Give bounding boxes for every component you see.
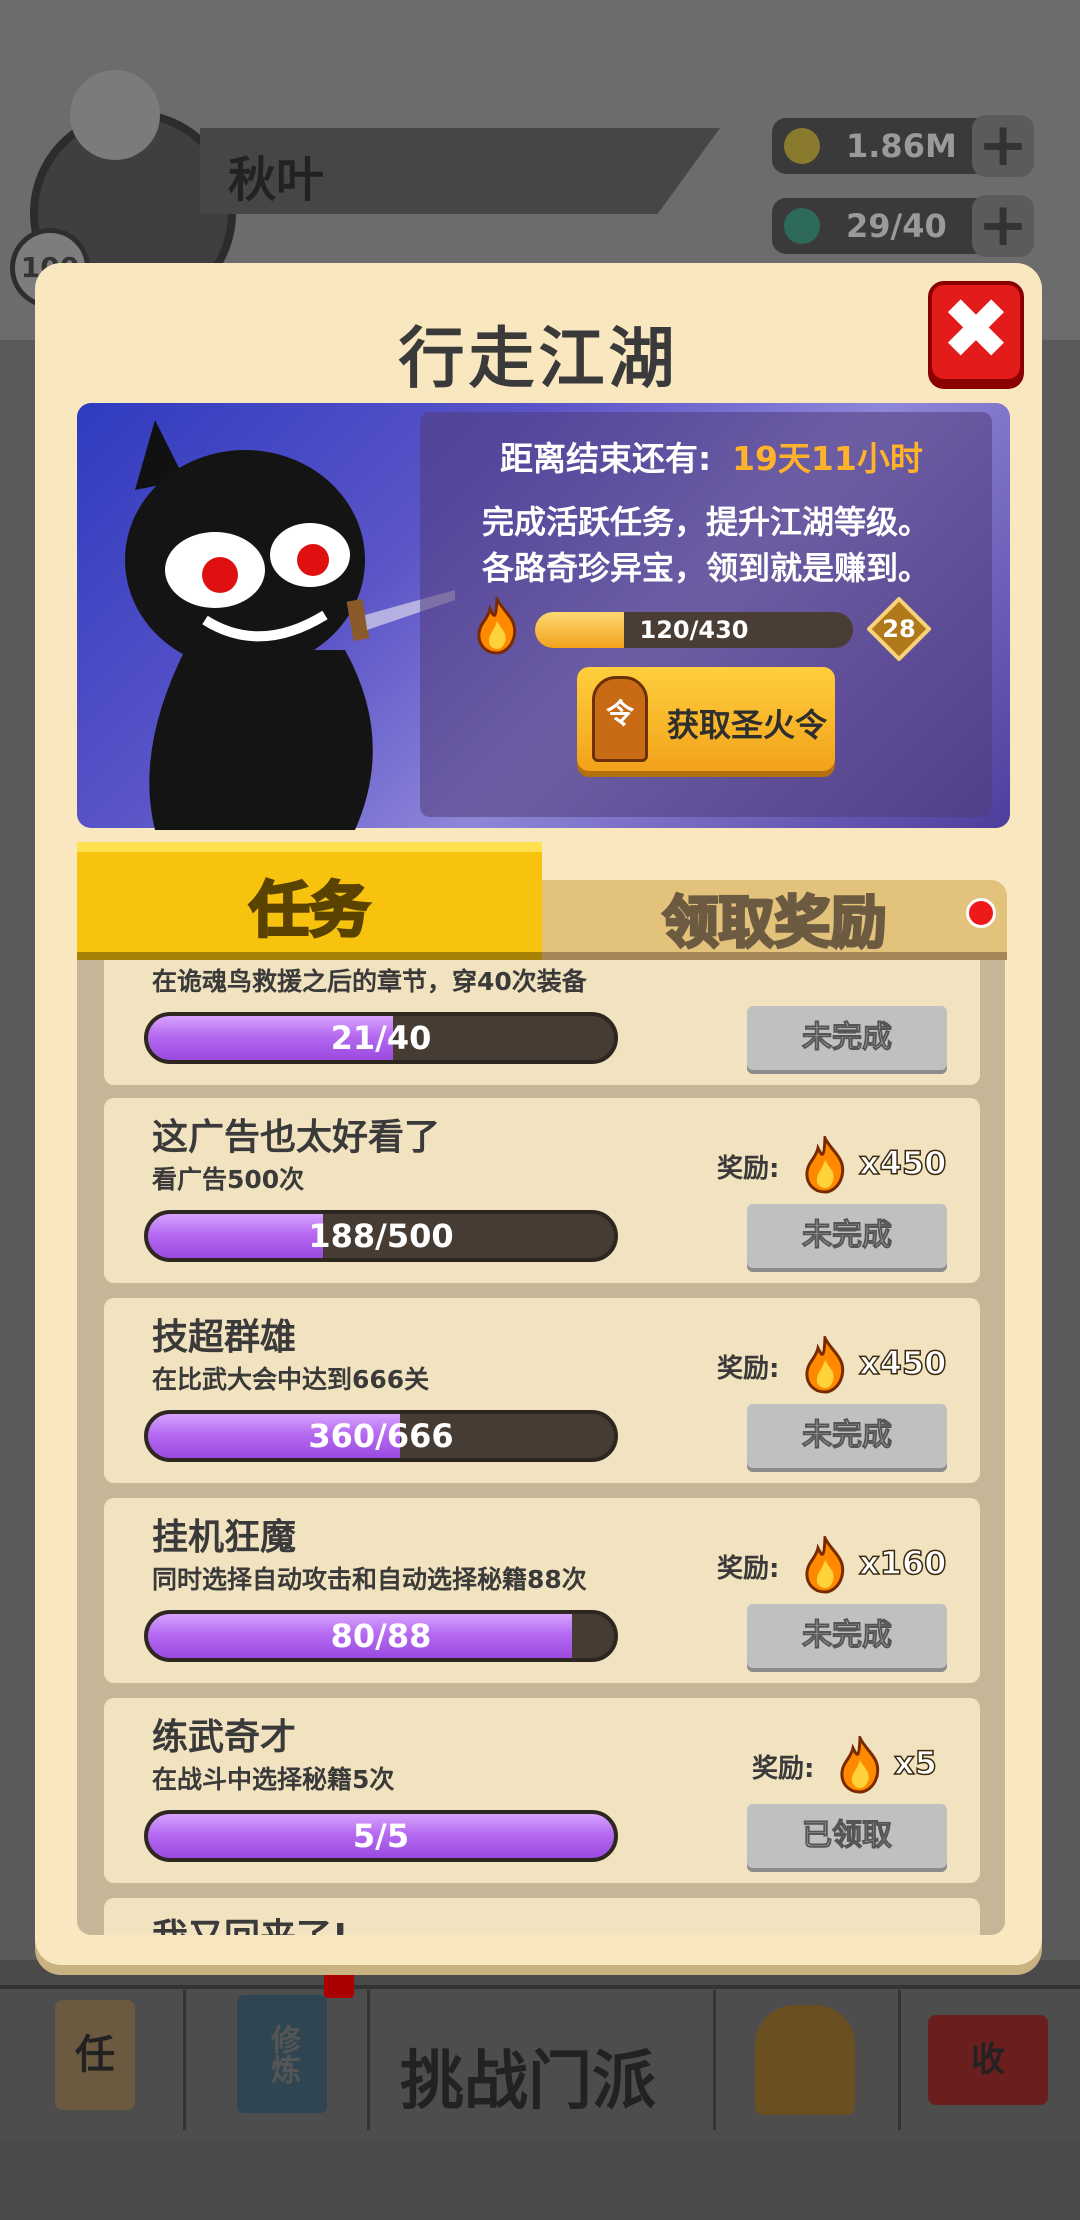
task-progress-text: 80/88 — [330, 1617, 432, 1655]
coin-icon — [784, 128, 820, 164]
nav-train-book-icon[interactable]: 修炼 — [237, 1995, 327, 2113]
fire-token-icon: 令 — [592, 676, 648, 762]
nav-notification-dot — [324, 1968, 354, 1998]
nav-challenge-label[interactable]: 挑战门派 — [400, 2030, 656, 2122]
reward-amount: x450 — [858, 1343, 947, 1383]
gem-icon — [784, 208, 820, 244]
reward-label: 奖励: — [717, 1154, 780, 1184]
task-status-button[interactable]: 未完成 — [747, 1006, 947, 1070]
event-description-line2: 各路奇珍异宝，领到就是赚到。 — [481, 549, 930, 587]
countdown-value: 19天11小时 — [732, 439, 923, 478]
close-icon[interactable]: ✖ — [928, 281, 1024, 377]
fire-icon — [801, 1532, 849, 1594]
task-card: 技超群雄在比武大会中达到666关 360/666 奖励: x450 未完成 — [104, 1298, 980, 1483]
nav-separator — [713, 1990, 716, 2130]
nav-separator — [367, 1990, 370, 2130]
get-fire-token-label: 获取圣火令 — [667, 706, 828, 744]
task-title: 我又回来了! — [152, 1908, 348, 1935]
task-progress-text: 360/666 — [308, 1417, 454, 1455]
reward-amount: x5 — [893, 1743, 937, 1783]
gem-amount: 29/40 — [846, 207, 947, 245]
task-description: 在比武大会中达到666关 — [152, 1365, 430, 1394]
task-card: 在诡魂鸟救援之后的章节，穿40次装备 21/40 未完成 — [104, 960, 980, 1085]
countdown-label: 距离结束还有: — [500, 439, 712, 478]
task-title: 练武奇才 — [152, 1717, 297, 1758]
reward-label: 奖励: — [717, 1554, 780, 1584]
event-description-line1: 完成活跃任务，提升江湖等级。 — [481, 503, 930, 541]
task-progress-text: 5/5 — [352, 1817, 410, 1855]
event-progress-text: 120/430 — [639, 616, 749, 644]
add-gems-button[interactable]: + — [972, 195, 1034, 257]
task-card: 我又回来了! — [104, 1898, 980, 1935]
ninja-character-icon — [125, 420, 455, 830]
task-progress-text: 188/500 — [308, 1217, 454, 1255]
player-name: 秋叶 — [228, 152, 325, 208]
nav-collect-icon[interactable]: 收 — [928, 2015, 1048, 2105]
event-level: 28 — [882, 615, 916, 643]
task-description: 看广告500次 — [152, 1165, 305, 1194]
task-card: 这广告也太好看了看广告500次 188/500 奖励: x450 未完成 — [104, 1098, 980, 1283]
task-description: 在战斗中选择秘籍5次 — [152, 1765, 395, 1794]
task-title: 这广告也太好看了 — [152, 1117, 441, 1158]
task-status-button[interactable]: 未完成 — [747, 1204, 947, 1268]
reward-amount: x450 — [858, 1143, 947, 1183]
nav-helmet-icon[interactable] — [755, 2005, 855, 2115]
reward-label: 奖励: — [717, 1354, 780, 1384]
coin-amount: 1.86M — [846, 127, 957, 165]
task-status-button[interactable]: 未完成 — [747, 1404, 947, 1468]
modal-title: 行走江湖 — [398, 320, 679, 397]
fire-icon — [836, 1732, 884, 1794]
reward-amount: x160 — [858, 1543, 947, 1583]
task-progress-text: 21/40 — [330, 1019, 432, 1057]
nav-separator — [183, 1990, 186, 2130]
add-coins-button[interactable]: + — [972, 115, 1034, 177]
fire-icon — [801, 1332, 849, 1394]
task-status-button[interactable]: 未完成 — [747, 1604, 947, 1668]
task-description: 同时选择自动攻击和自动选择秘籍88次 — [152, 1565, 587, 1594]
tab-tasks-label: 任务 — [248, 875, 371, 948]
task-status-button[interactable]: 已领取 — [747, 1804, 947, 1868]
nav-separator — [898, 1990, 901, 2130]
reward-label: 奖励: — [752, 1754, 815, 1784]
nav-task-scroll-icon[interactable]: 任 — [55, 2000, 135, 2110]
fire-icon — [801, 1132, 849, 1194]
task-card: 练武奇才在战斗中选择秘籍5次 5/5 奖励: x5 已领取 — [104, 1698, 980, 1883]
tab-rewards-label: 领取奖励 — [661, 890, 888, 958]
task-description: 在诡魂鸟救援之后的章节，穿40次装备 — [152, 967, 587, 996]
rewards-notification-dot — [966, 898, 996, 928]
task-card: 挂机狂魔同时选择自动攻击和自动选择秘籍88次 80/88 奖励: x160 未完成 — [104, 1498, 980, 1683]
task-title: 技超群雄 — [152, 1317, 297, 1358]
fire-icon — [477, 597, 517, 655]
avatar-head-icon — [70, 70, 160, 160]
task-list[interactable]: 在诡魂鸟救援之后的章节，穿40次装备 21/40 未完成 这广告也太好看了 看广告500… — [77, 960, 1005, 1935]
task-title: 挂机狂魔 — [152, 1517, 297, 1558]
